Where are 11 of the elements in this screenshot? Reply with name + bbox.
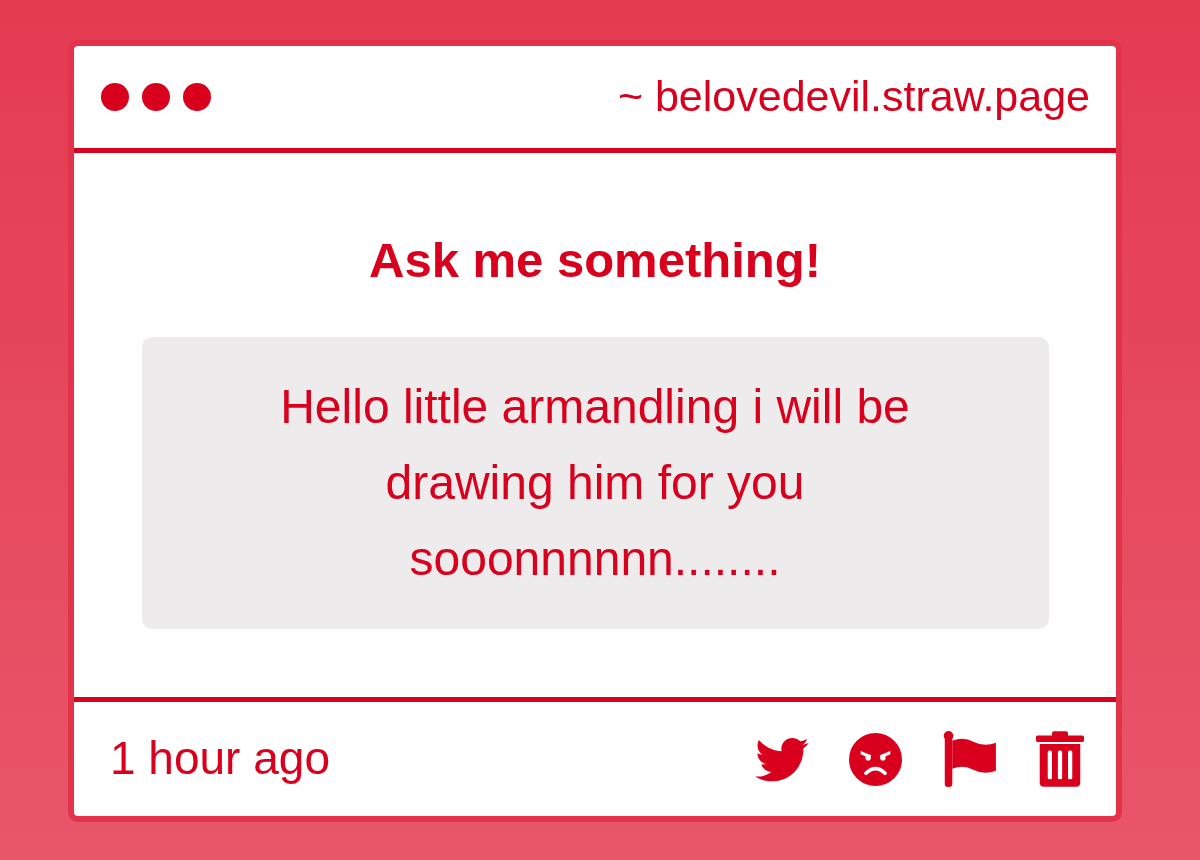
message-text: Hello little armandling i will be drawing him for you sooonnnnnn........ [279, 379, 911, 587]
window-dot-icon [183, 83, 211, 111]
question-heading: Ask me something! [369, 232, 821, 289]
angry-face-icon[interactable] [849, 732, 902, 786]
bird-icon[interactable] [755, 735, 809, 783]
timestamp: 1 hour ago [110, 731, 330, 787]
site-address: ~ belovedevil.straw.page [617, 71, 1090, 123]
trash-icon[interactable] [1036, 731, 1084, 787]
flag-icon[interactable] [942, 731, 996, 787]
window-dot-icon [142, 83, 170, 111]
window-dot-icon [101, 83, 129, 111]
